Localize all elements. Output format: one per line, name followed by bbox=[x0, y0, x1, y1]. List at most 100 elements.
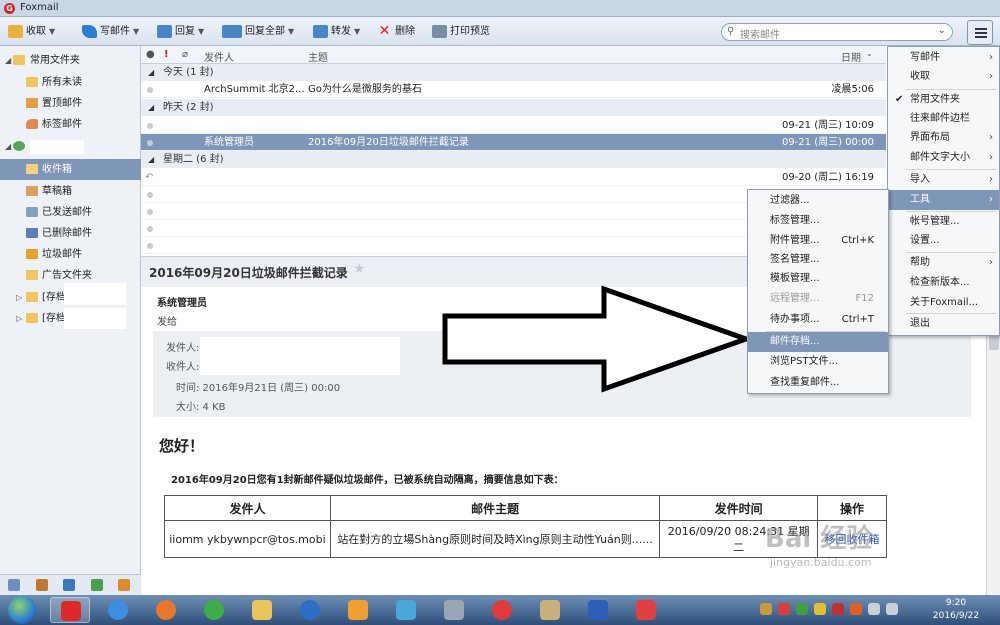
network-icon[interactable] bbox=[868, 603, 880, 615]
contacts-icon[interactable] bbox=[36, 579, 48, 591]
expand-icon[interactable]: ▷ bbox=[16, 287, 22, 308]
folder-favorites[interactable]: ◢ 常用文件夹 bbox=[0, 50, 141, 71]
menu-item-browse-pst[interactable]: 浏览PST文件... bbox=[748, 352, 888, 372]
menu-item-todo[interactable]: 待办事项... Ctrl+T bbox=[748, 310, 888, 330]
menu-item-import[interactable]: 导入 › bbox=[888, 170, 999, 190]
mail-icon[interactable] bbox=[8, 579, 20, 591]
preview-sender[interactable]: 系统管理员 bbox=[157, 294, 207, 309]
receive-button[interactable]: 收取 ▼ bbox=[8, 23, 55, 41]
folder-deleted[interactable]: 已删除邮件 bbox=[0, 223, 141, 244]
tray-icon[interactable] bbox=[814, 603, 826, 615]
read-status-column-icon[interactable]: ● bbox=[146, 49, 155, 60]
tray-icon[interactable] bbox=[796, 603, 808, 615]
taskbar-explorer[interactable] bbox=[242, 597, 282, 623]
delete-button[interactable]: ✕ 删除 bbox=[377, 23, 415, 41]
folder-archive-1[interactable]: ▷ [存档 bbox=[0, 283, 141, 308]
read-dot-icon[interactable] bbox=[147, 192, 153, 198]
notes-icon[interactable] bbox=[91, 579, 103, 591]
tray-icon[interactable] bbox=[850, 603, 862, 615]
menu-item-compose[interactable]: 写邮件 › bbox=[888, 48, 999, 68]
folder-tagged[interactable]: 标签邮件 bbox=[0, 114, 141, 135]
menu-item-contacts-sidebar[interactable]: 往来邮件边栏 bbox=[888, 109, 999, 129]
mail-row-selected[interactable]: 系统管理员 2016年09月20日垃圾邮件拦截记录 09-21 (周三) 00:00 bbox=[141, 134, 886, 151]
folder-junk[interactable]: 垃圾邮件 bbox=[0, 244, 141, 265]
collapse-icon[interactable]: ◢ bbox=[148, 151, 154, 168]
taskbar-search-tool[interactable] bbox=[338, 597, 378, 623]
column-subject[interactable]: 主题 bbox=[308, 49, 328, 64]
taskbar-calculator[interactable] bbox=[434, 597, 474, 623]
chevron-down-icon[interactable]: ▼ bbox=[354, 27, 360, 36]
read-dot-icon[interactable] bbox=[147, 243, 153, 249]
menu-item-filters[interactable]: 过滤器... bbox=[748, 191, 888, 211]
taskbar-cloud[interactable] bbox=[290, 597, 330, 623]
taskbar-browser[interactable] bbox=[194, 597, 234, 623]
menu-item-mail-archive[interactable]: 邮件存档... bbox=[748, 332, 888, 352]
tray-icon[interactable] bbox=[778, 603, 790, 615]
star-icon[interactable]: ★ bbox=[353, 261, 366, 277]
read-dot-icon[interactable] bbox=[147, 140, 153, 146]
mail-row[interactable]: ↶ 09-20 (周二) 16:19 bbox=[141, 169, 886, 186]
calendar-icon[interactable] bbox=[63, 579, 75, 591]
mail-row[interactable]: ArchSummit 北京2... Go为什么是微服务的基石 凌晨5:06 bbox=[141, 81, 886, 98]
menu-item-help[interactable]: 帮助 › bbox=[888, 253, 999, 273]
start-button[interactable] bbox=[2, 595, 42, 625]
tray-icon[interactable] bbox=[832, 603, 844, 615]
account-root[interactable]: ◢ bbox=[0, 136, 141, 157]
folder-inbox[interactable]: 收件箱 bbox=[0, 159, 141, 180]
read-dot-icon[interactable] bbox=[147, 87, 153, 93]
group-today[interactable]: ◢ 今天 (1 封) bbox=[141, 64, 886, 81]
column-date[interactable]: 日期 bbox=[841, 49, 861, 64]
taskbar-player[interactable] bbox=[482, 597, 522, 623]
menu-item-signature-manager[interactable]: 签名管理... bbox=[748, 250, 888, 270]
menu-item-font-size[interactable]: 邮件文字大小 › bbox=[888, 148, 999, 168]
folder-archive-2[interactable]: ▷ [存档 bbox=[0, 308, 141, 329]
search-input[interactable]: ⚲ 搜索邮件 ⌄ bbox=[721, 23, 953, 41]
menu-item-about[interactable]: 关于Foxmail... bbox=[888, 293, 999, 313]
sort-chevron-icon[interactable]: ⌄ bbox=[866, 49, 873, 58]
collapse-icon[interactable]: ◢ bbox=[5, 50, 11, 71]
menu-item-find-duplicates[interactable]: 查找重复邮件... bbox=[748, 373, 888, 393]
taskbar-clock[interactable]: 9:20 2016/9/22 bbox=[926, 597, 986, 623]
group-yesterday[interactable]: ◢ 昨天 (2 封) bbox=[141, 99, 886, 116]
volume-icon[interactable] bbox=[886, 603, 898, 615]
menu-item-favorites[interactable]: ✔ 常用文件夹 bbox=[888, 90, 999, 110]
reply-button[interactable]: 回复 ▼ bbox=[157, 23, 204, 41]
folder-drafts[interactable]: 草稿箱 bbox=[0, 181, 141, 202]
taskbar-notes[interactable] bbox=[386, 597, 426, 623]
forward-button[interactable]: 转发 ▼ bbox=[313, 23, 360, 41]
menu-item-tag-manager[interactable]: 标签管理... bbox=[748, 211, 888, 231]
menu-item-layout[interactable]: 界面布局 › bbox=[888, 128, 999, 148]
taskbar-paint[interactable] bbox=[530, 597, 570, 623]
reply-all-button[interactable]: 回复全部 ▼ bbox=[222, 23, 294, 41]
read-dot-icon[interactable] bbox=[147, 226, 153, 232]
menu-item-accounts[interactable]: 帐号管理... bbox=[888, 212, 999, 232]
menu-item-exit[interactable]: 退出 bbox=[888, 314, 999, 334]
taskbar-foxmail[interactable] bbox=[50, 597, 90, 623]
attachment-column-icon[interactable]: ⌀ bbox=[182, 49, 188, 60]
menu-item-template-manager[interactable]: 模板管理... bbox=[748, 269, 888, 289]
rss-icon[interactable] bbox=[118, 579, 130, 591]
print-preview-button[interactable]: 打印预览 bbox=[432, 23, 490, 41]
chevron-down-icon[interactable]: ▼ bbox=[288, 27, 294, 36]
chevron-down-icon[interactable]: ▼ bbox=[49, 27, 55, 36]
mail-row[interactable]: 09-21 (周三) 10:09 bbox=[141, 117, 886, 134]
compose-button[interactable]: 写邮件 ▼ bbox=[82, 23, 139, 41]
menu-item-attachment-manager[interactable]: 附件管理... Ctrl+K bbox=[748, 231, 888, 251]
menu-item-check-update[interactable]: 检查新版本... bbox=[888, 273, 999, 293]
expand-icon[interactable]: ▷ bbox=[16, 308, 22, 329]
taskbar-word[interactable] bbox=[578, 597, 618, 623]
column-from[interactable]: 发件人 bbox=[204, 49, 234, 64]
group-tuesday[interactable]: ◢ 星期二 (6 封) bbox=[141, 151, 886, 168]
menu-item-receive[interactable]: 收取 › bbox=[888, 67, 999, 87]
collapse-icon[interactable]: ◢ bbox=[5, 136, 11, 157]
chevron-down-icon[interactable]: ▼ bbox=[133, 27, 139, 36]
read-dot-icon[interactable] bbox=[147, 209, 153, 215]
main-menu-button[interactable] bbox=[967, 20, 993, 45]
folder-sent[interactable]: 已发送邮件 bbox=[0, 202, 141, 223]
collapse-icon[interactable]: ◢ bbox=[148, 99, 154, 116]
collapse-icon[interactable]: ◢ bbox=[148, 64, 154, 81]
tray-icon[interactable] bbox=[760, 603, 772, 615]
taskbar-app[interactable] bbox=[626, 597, 666, 623]
search-dropdown-icon[interactable]: ⌄ bbox=[938, 25, 946, 36]
menu-item-tools[interactable]: 工具 › bbox=[888, 190, 999, 210]
